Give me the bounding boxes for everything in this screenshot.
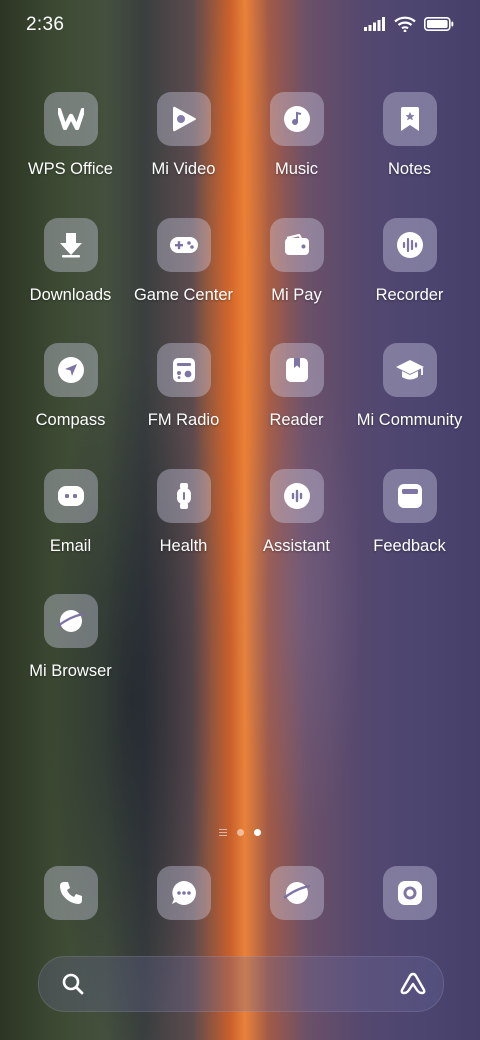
- camera-icon[interactable]: [382, 866, 437, 920]
- page-indicator-lines-icon: [219, 829, 227, 836]
- book-icon[interactable]: [269, 343, 324, 397]
- app-label: Mi Video: [151, 160, 216, 178]
- status-bar: 2:36: [0, 0, 480, 52]
- app-health[interactable]: Health: [127, 468, 240, 595]
- app-downloads[interactable]: Downloads: [14, 217, 127, 344]
- compass-arrow-icon[interactable]: [43, 343, 98, 397]
- cellular-signal-icon: [364, 17, 386, 36]
- app-reader[interactable]: Reader: [240, 343, 353, 469]
- app-mi-pay[interactable]: Mi Pay: [240, 217, 353, 344]
- wifi-icon: [394, 16, 416, 37]
- app-compass[interactable]: Compass: [14, 343, 127, 469]
- app-label: Feedback: [373, 536, 446, 555]
- search-icon[interactable]: [61, 972, 85, 1001]
- app-label: Mi Pay: [271, 285, 322, 304]
- status-icons: [364, 16, 454, 37]
- dock-browser[interactable]: [240, 866, 353, 920]
- download-arrow-icon[interactable]: [43, 217, 98, 272]
- app-label: Compass: [35, 411, 106, 429]
- page-indicator[interactable]: [0, 829, 480, 836]
- page-dot-2-active[interactable]: [254, 829, 261, 836]
- gamepad-icon[interactable]: [156, 217, 211, 272]
- assistant-icon[interactable]: [269, 468, 324, 523]
- radio-icon[interactable]: [156, 343, 211, 397]
- app-label: Mi Browser: [29, 662, 112, 680]
- app-recorder[interactable]: Recorder: [353, 217, 466, 344]
- status-time: 2:36: [26, 14, 65, 35]
- app-label: Mi Community: [356, 411, 463, 429]
- app-feedback[interactable]: Feedback: [353, 468, 466, 595]
- app-label: Notes: [387, 160, 432, 178]
- phone-icon[interactable]: [43, 866, 98, 920]
- app-label: WPS Office: [28, 160, 113, 178]
- play-icon[interactable]: [156, 92, 211, 146]
- smartwatch-icon[interactable]: [156, 468, 211, 523]
- app-notes[interactable]: Notes: [353, 92, 466, 218]
- app-label: Reader: [269, 411, 324, 429]
- wallet-icon[interactable]: [269, 217, 324, 272]
- app-wps-office[interactable]: WPS Office: [14, 92, 127, 218]
- app-fm-radio[interactable]: FM Radio: [127, 343, 240, 469]
- message-bubble-icon[interactable]: [156, 866, 211, 920]
- app-game-center[interactable]: Game Center: [127, 217, 240, 344]
- dock: [14, 866, 466, 920]
- app-label: Email: [49, 536, 92, 555]
- waveform-icon[interactable]: [382, 217, 437, 272]
- app-label: FM Radio: [147, 411, 220, 429]
- app-label: Music: [274, 160, 319, 178]
- page-dot-1[interactable]: [237, 829, 244, 836]
- planet-icon[interactable]: [43, 594, 98, 648]
- app-label: Health: [159, 536, 208, 555]
- graduation-cap-icon[interactable]: [382, 343, 437, 397]
- app-email[interactable]: Email: [14, 468, 127, 595]
- dock-camera[interactable]: [353, 866, 466, 920]
- music-note-icon[interactable]: [269, 92, 324, 146]
- dock-phone[interactable]: [14, 866, 127, 920]
- app-mi-video[interactable]: Mi Video: [127, 92, 240, 218]
- email-icon[interactable]: [43, 468, 98, 523]
- feedback-icon[interactable]: [382, 468, 437, 523]
- battery-icon: [424, 17, 454, 36]
- app-assistant[interactable]: Assistant: [240, 468, 353, 595]
- app-music[interactable]: Music: [240, 92, 353, 218]
- app-label: Game Center: [133, 285, 234, 304]
- wps-office-icon[interactable]: [43, 92, 98, 146]
- bookmark-icon[interactable]: [382, 92, 437, 146]
- assistant-a-icon[interactable]: [399, 971, 427, 1002]
- app-mi-browser[interactable]: Mi Browser: [14, 594, 127, 720]
- app-label: Downloads: [29, 285, 112, 304]
- app-grid: WPS Office Mi Video Music Notes Download…: [14, 92, 466, 720]
- app-mi-community[interactable]: Mi Community: [353, 343, 466, 469]
- browser-planet-icon[interactable]: [269, 866, 324, 920]
- app-label: Recorder: [375, 285, 444, 304]
- dock-messages[interactable]: [127, 866, 240, 920]
- app-label: Assistant: [263, 536, 330, 555]
- search-bar[interactable]: [38, 956, 444, 1012]
